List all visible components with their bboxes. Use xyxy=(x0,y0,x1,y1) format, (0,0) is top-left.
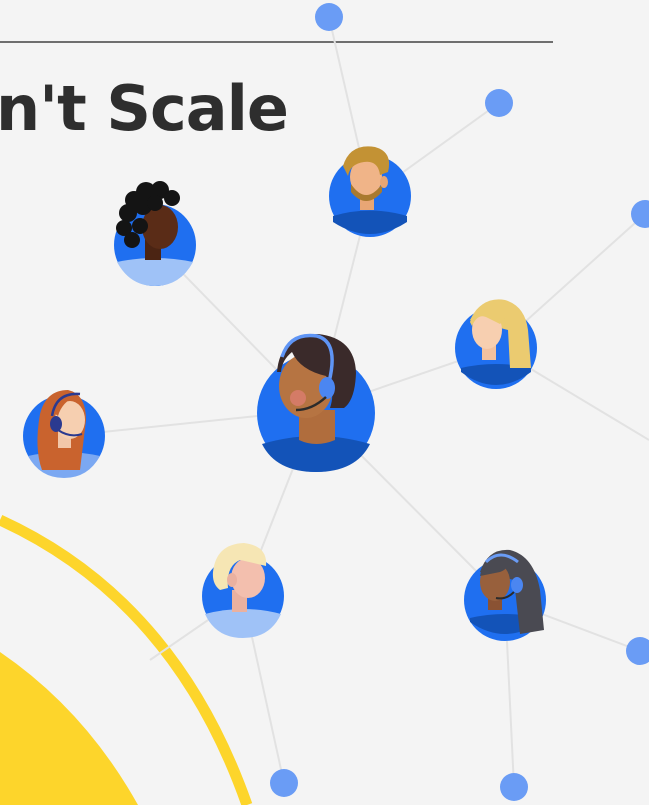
avatar-blonde-long-hair xyxy=(455,299,537,389)
network-graphic xyxy=(0,3,649,805)
avatar-curly-black-hair xyxy=(114,181,196,286)
avatar-bearded-blond xyxy=(329,146,411,237)
graph-node xyxy=(270,769,298,797)
avatar-center-agent xyxy=(257,333,375,472)
avatar-long-dark-hair-agent xyxy=(464,549,546,641)
avatar-red-curly-hair-agent xyxy=(23,390,105,478)
graph-node xyxy=(626,637,649,665)
avatar-platinum-hair xyxy=(202,543,284,638)
network-illustration: n't Scale xyxy=(0,0,649,805)
yellow-sun-shape xyxy=(0,652,138,805)
graph-node xyxy=(500,773,528,801)
graph-node xyxy=(485,89,513,117)
graph-node xyxy=(315,3,343,31)
